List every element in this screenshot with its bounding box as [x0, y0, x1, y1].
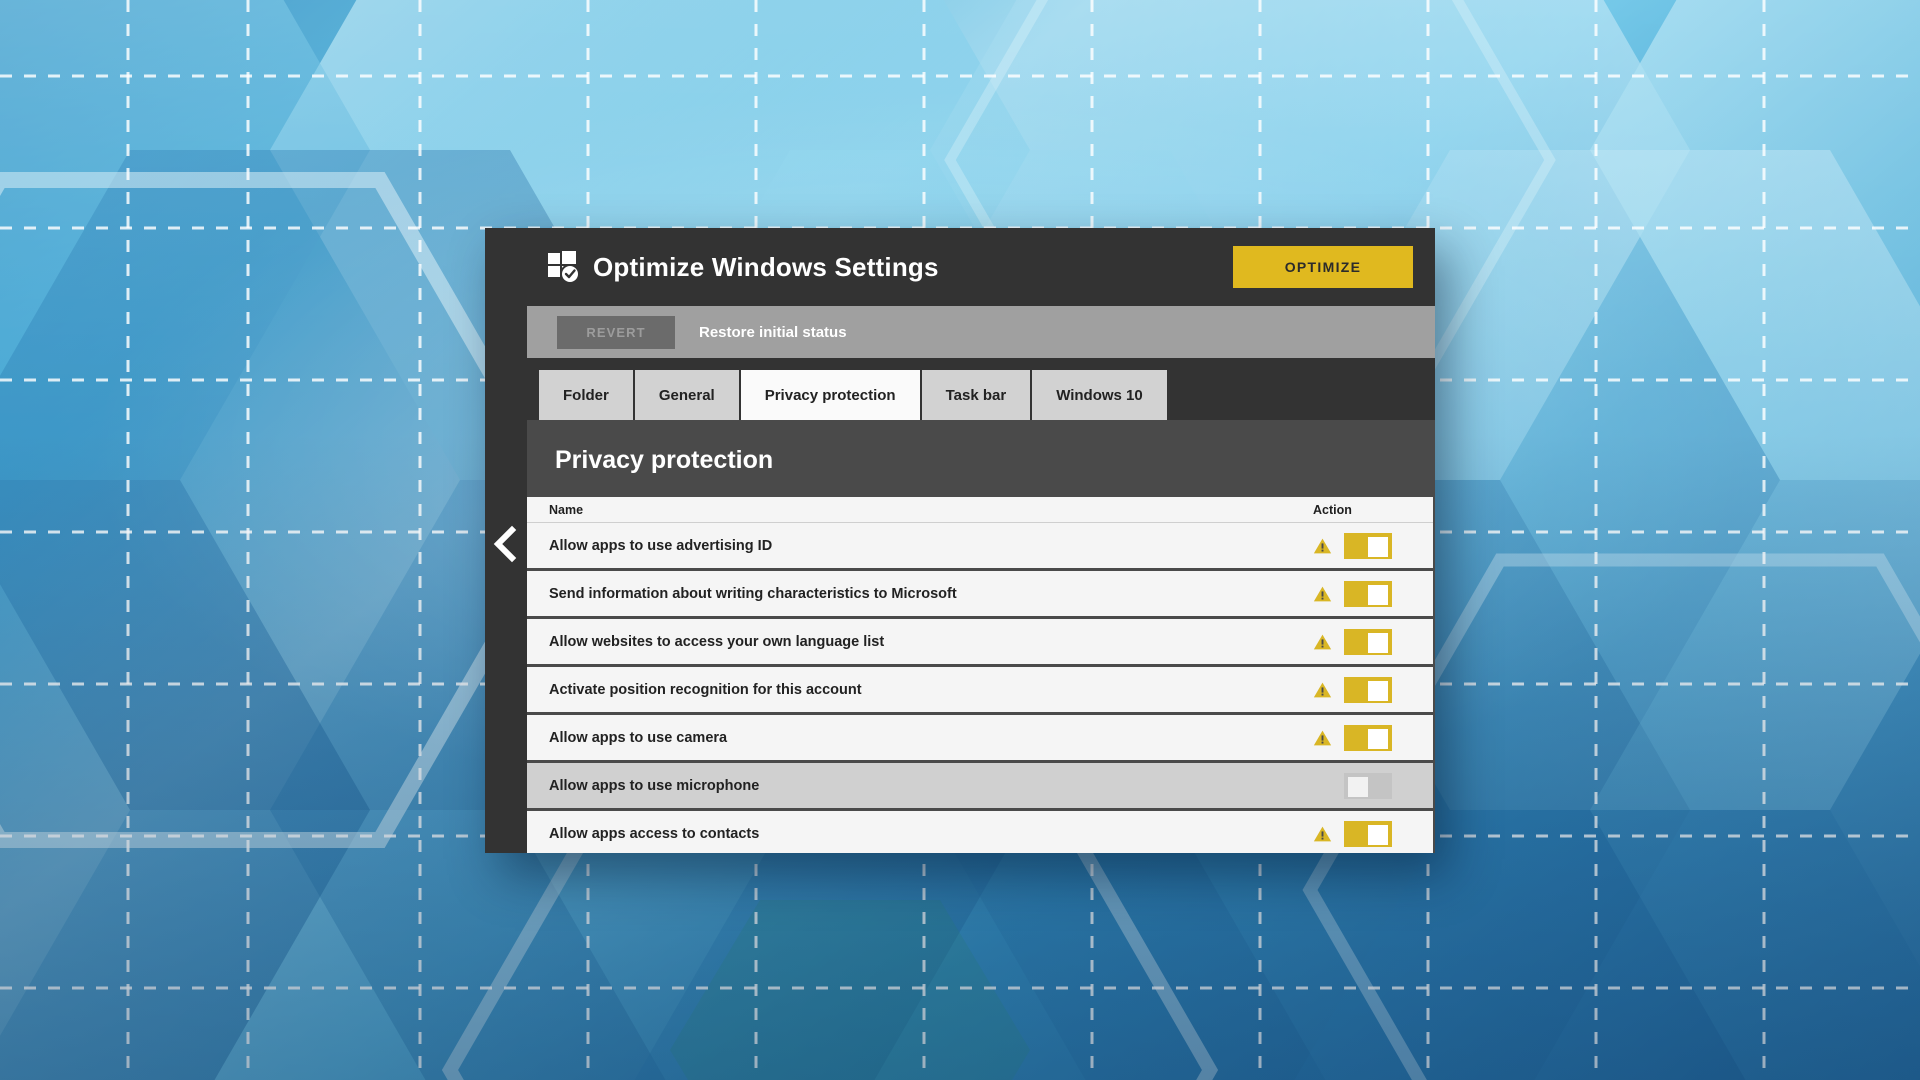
setting-name: Allow apps access to contacts	[527, 826, 1313, 842]
toggle-knob	[1368, 585, 1388, 605]
revert-bar: REVERT Restore initial status	[527, 306, 1435, 358]
dialog-title-bar: Optimize Windows Settings OPTIMIZE	[485, 228, 1435, 306]
revert-button[interactable]: REVERT	[557, 316, 675, 349]
setting-name: Allow apps to use advertising ID	[527, 538, 1313, 554]
toggle-knob	[1348, 777, 1368, 797]
warning-triangle-icon	[1313, 537, 1332, 555]
warning-triangle-icon	[1313, 585, 1332, 603]
pane-heading: Privacy protection	[527, 420, 1435, 497]
settings-table: Name Action Allow apps to use advertisin…	[527, 497, 1435, 853]
toggle-switch-on-icon[interactable]	[1344, 581, 1392, 607]
row-action-cell	[1313, 821, 1433, 847]
table-row[interactable]: Allow apps to use camera	[527, 715, 1433, 763]
setting-name: Allow apps to use microphone	[527, 778, 1313, 794]
table-row[interactable]: Allow apps access to contacts	[527, 811, 1433, 853]
row-action-cell	[1313, 533, 1433, 559]
tab-general[interactable]: General	[635, 370, 739, 420]
optimize-windows-settings-dialog: Optimize Windows Settings OPTIMIZE REVER…	[485, 228, 1435, 853]
toggle-switch-on-icon[interactable]	[1344, 821, 1392, 847]
toggle-switch-off-icon[interactable]	[1344, 773, 1392, 799]
optimize-button[interactable]: OPTIMIZE	[1233, 246, 1413, 288]
tab-task-bar[interactable]: Task bar	[922, 370, 1031, 420]
setting-name: Send information about writing character…	[527, 586, 1313, 602]
tab-folder[interactable]: Folder	[539, 370, 633, 420]
setting-name: Allow apps to use camera	[527, 730, 1313, 746]
toggle-knob	[1368, 537, 1388, 557]
row-action-cell	[1313, 629, 1433, 655]
toggle-knob	[1368, 633, 1388, 653]
row-action-cell	[1313, 773, 1433, 799]
table-row[interactable]: Allow websites to access your own langua…	[527, 619, 1433, 667]
toggle-knob	[1368, 825, 1388, 845]
content-pane: Privacy protection Name Action Allow app…	[527, 420, 1435, 853]
table-row[interactable]: Allow apps to use advertising ID	[527, 523, 1433, 571]
toggle-knob	[1368, 729, 1388, 749]
tab-windows-10[interactable]: Windows 10	[1032, 370, 1167, 420]
table-row[interactable]: Activate position recognition for this a…	[527, 667, 1433, 715]
table-row[interactable]: Send information about writing character…	[527, 571, 1433, 619]
chevron-left-icon[interactable]	[491, 524, 521, 564]
page-title: Optimize Windows Settings	[593, 252, 939, 283]
toggle-knob	[1368, 681, 1388, 701]
toggle-switch-on-icon[interactable]	[1344, 725, 1392, 751]
row-action-cell	[1313, 677, 1433, 703]
tab-bar: FolderGeneralPrivacy protectionTask barW…	[527, 358, 1435, 420]
column-header-action: Action	[1313, 503, 1433, 517]
table-header-row: Name Action	[527, 497, 1433, 523]
table-row[interactable]: Allow apps to use microphone	[527, 763, 1433, 811]
warning-triangle-icon	[1313, 729, 1332, 747]
tab-privacy-protection[interactable]: Privacy protection	[741, 370, 920, 420]
toggle-switch-on-icon[interactable]	[1344, 677, 1392, 703]
revert-description: Restore initial status	[699, 324, 847, 341]
column-header-name: Name	[527, 503, 1313, 517]
windows-shield-check-icon	[547, 250, 581, 284]
toggle-switch-on-icon[interactable]	[1344, 629, 1392, 655]
row-action-cell	[1313, 581, 1433, 607]
setting-name: Allow websites to access your own langua…	[527, 634, 1313, 650]
table-body: Allow apps to use advertising ID Send inf…	[527, 523, 1433, 853]
toggle-switch-on-icon[interactable]	[1344, 533, 1392, 559]
setting-name: Activate position recognition for this a…	[527, 682, 1313, 698]
warning-triangle-icon	[1313, 825, 1332, 843]
warning-triangle-icon	[1313, 681, 1332, 699]
row-action-cell	[1313, 725, 1433, 751]
warning-triangle-icon	[1313, 633, 1332, 651]
